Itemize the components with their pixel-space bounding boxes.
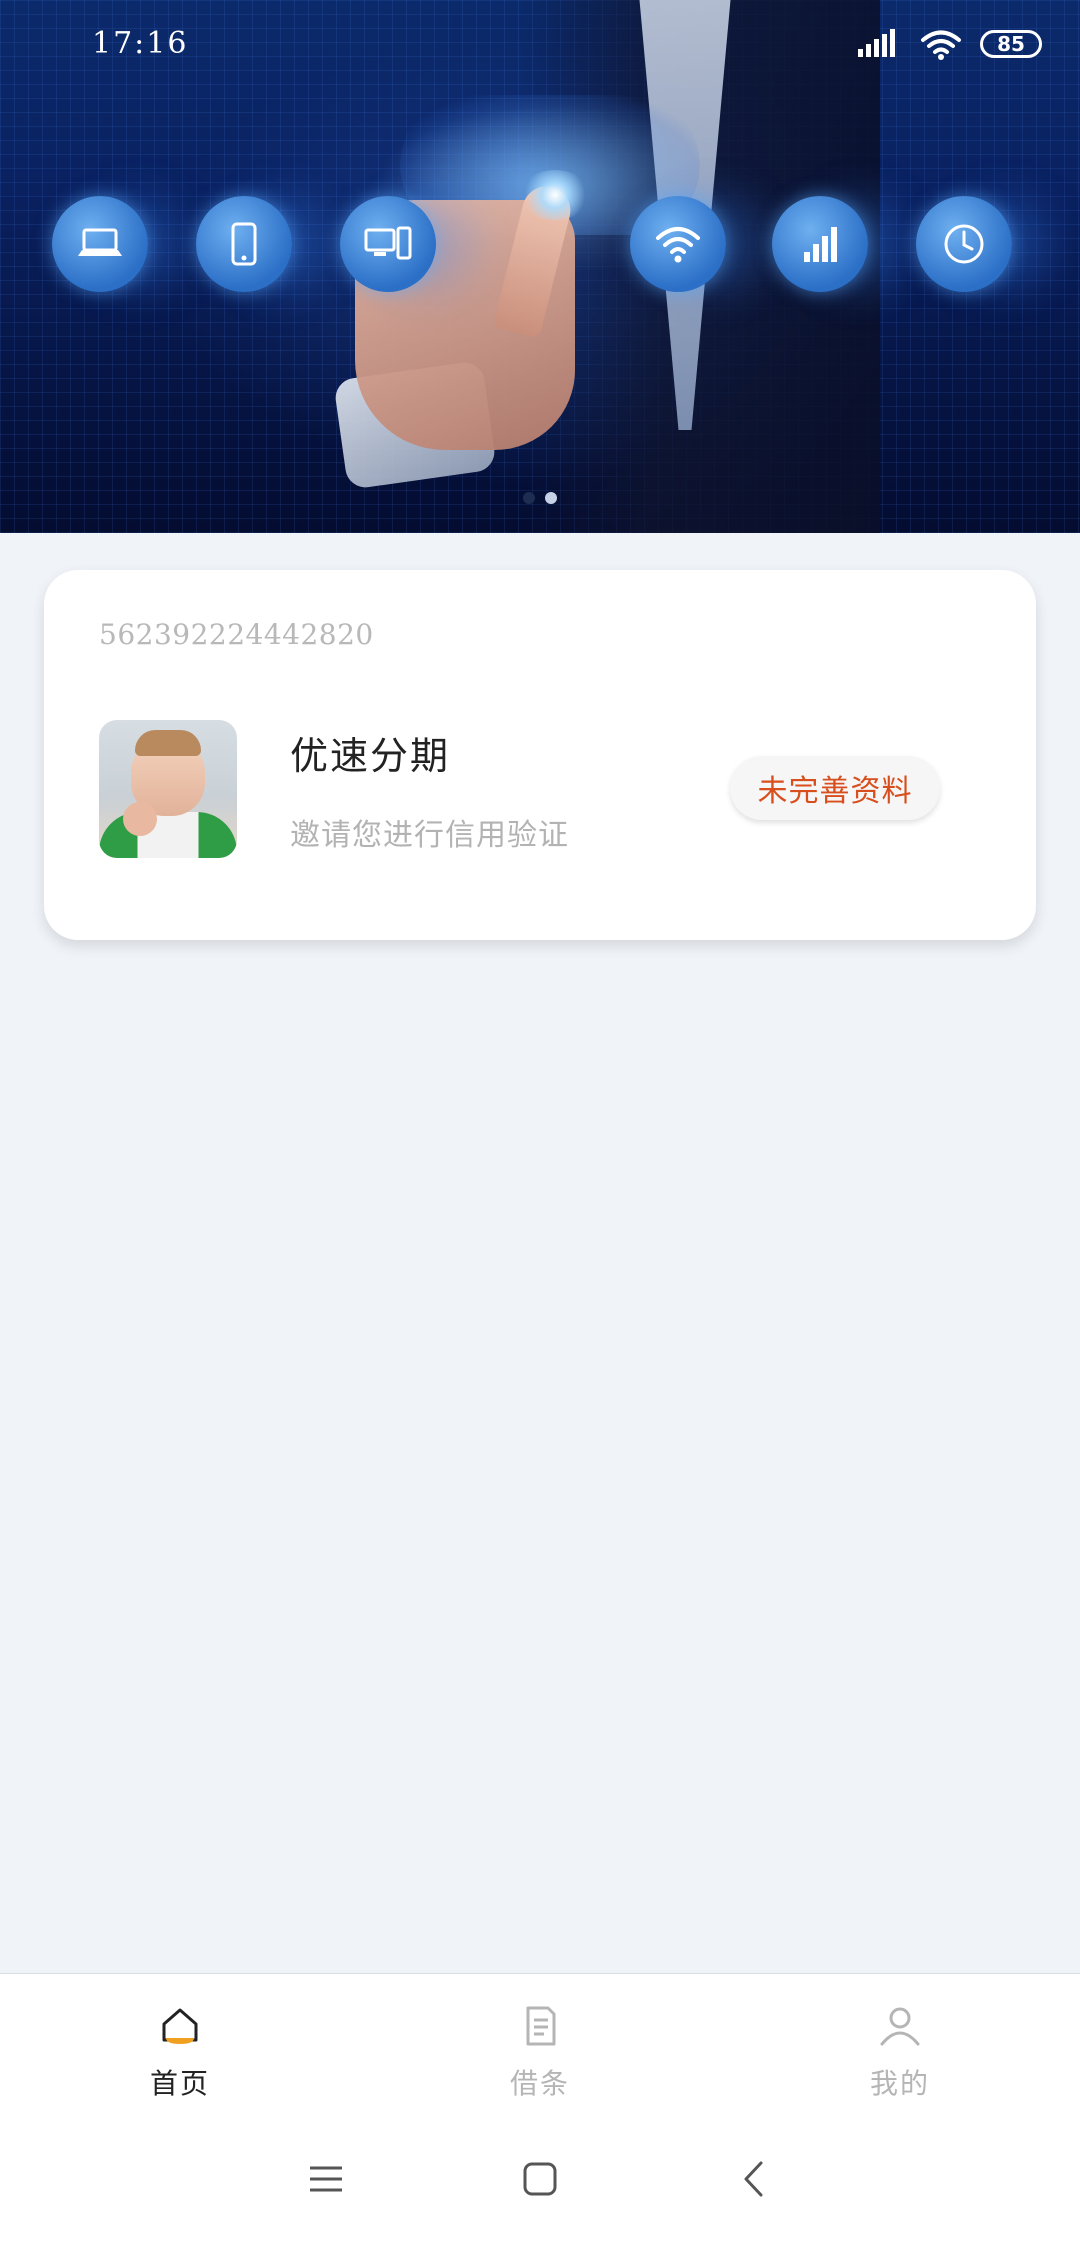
wifi-icon [630,196,726,292]
desktop-computer-icon [340,196,436,292]
home-square-icon[interactable] [518,2157,562,2201]
signal-bars-icon [772,196,868,292]
avatar-fist [123,802,157,836]
tab-home-label: 首页 [149,2067,210,2100]
product-card[interactable]: 562392224442820 优速分期 邀请您进行信用验证 未完善资料 [44,570,1036,940]
card-title: 优速分期 [290,734,451,778]
cell-signal-icon [858,29,895,57]
home-icon [162,2008,198,2044]
status-icons: 85 [856,28,1042,60]
banner-light-flare [520,170,590,220]
tab-loan-notes-label: 借条 [509,2067,570,2100]
battery-icon: 85 [980,30,1042,58]
avatar [99,720,237,858]
menu-icon[interactable] [304,2157,348,2201]
card-id-number: 562392224442820 [99,618,374,651]
clock-icon [916,196,1012,292]
carousel-dot[interactable] [523,492,535,504]
avatar-hair [135,730,201,756]
tab-mine-label: 我的 [869,2067,930,2100]
complete-profile-button[interactable]: 未完善资料 [730,756,940,820]
tab-home[interactable]: 首页 [0,1974,360,2114]
laptop-icon [52,196,148,292]
wifi-status-icon [921,30,961,60]
bottom-tab-bar: 首页 借条 我的 [0,1973,1080,2114]
phone-icon [196,196,292,292]
back-icon[interactable] [732,2157,776,2201]
avatar-shirt [99,812,237,858]
carousel-dot-active[interactable] [545,492,557,504]
card-subtitle: 邀请您进行信用验证 [290,818,569,853]
tab-mine[interactable]: 我的 [720,1974,1080,2114]
tab-loan-notes[interactable]: 借条 [360,1974,720,2114]
banner-carousel[interactable] [0,0,1080,533]
document-icon [526,2006,556,2046]
user-icon [880,2007,920,2046]
system-navigation-bar [0,2113,1080,2244]
status-time: 17:16 [92,26,189,61]
carousel-indicator [0,492,1080,504]
